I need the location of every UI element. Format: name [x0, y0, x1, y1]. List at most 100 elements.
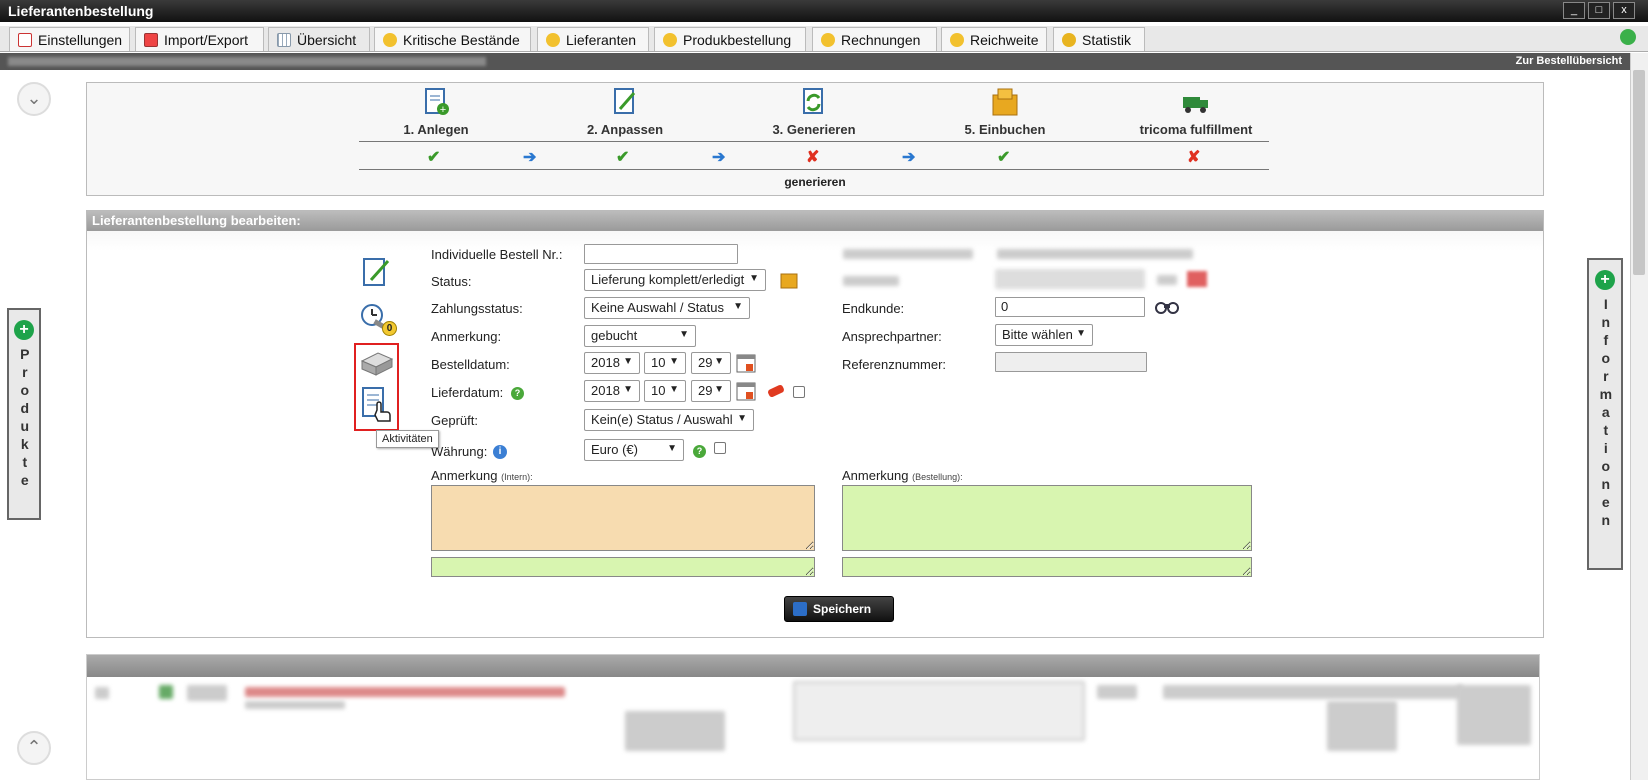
calendar-icon[interactable]	[735, 380, 757, 402]
chevron-down-icon: ▼	[733, 301, 743, 312]
geprueft-select[interactable]: Kein(e) Status / Auswahl ▼	[584, 409, 754, 431]
endkunde-input[interactable]: 0	[995, 297, 1145, 317]
help-icon[interactable]: ?	[693, 445, 706, 458]
info-icon[interactable]: i	[493, 445, 507, 459]
tab-produkbestellung[interactable]: Produkbestellung	[654, 27, 806, 51]
blurred-icon	[1187, 271, 1207, 287]
waehrung-checkbox[interactable]	[714, 442, 726, 454]
status-select[interactable]: Lieferung komplett/erledigt ▼	[584, 269, 766, 291]
step-anlegen[interactable]: + 1. Anlegen	[361, 87, 511, 137]
liefer-month-select[interactable]: 10 ▼	[644, 380, 686, 402]
crown-icon	[663, 33, 677, 47]
blurred-cell	[1163, 685, 1463, 699]
step-anpassen[interactable]: 2. Anpassen	[550, 87, 700, 137]
maximize-button[interactable]: □	[1588, 2, 1610, 19]
workflow-panel: + 1. Anlegen 2. Anpassen 3. Generieren 5…	[86, 82, 1544, 196]
blurred-cell	[625, 711, 725, 751]
anmerkung-bestellung-textarea[interactable]	[842, 485, 1252, 551]
import-icon	[144, 33, 158, 47]
status-icon[interactable]	[1620, 29, 1636, 45]
tab-einstellungen[interactable]: Einstellungen	[9, 27, 130, 51]
arrow-right-icon: ➔	[712, 149, 726, 166]
referenz-input[interactable]	[995, 352, 1147, 372]
activity-count-badge: 0	[382, 321, 397, 336]
chevron-down-icon: ▼	[749, 273, 759, 284]
step-generieren[interactable]: 3. Generieren	[739, 87, 889, 137]
tab-uebersicht[interactable]: Übersicht	[268, 27, 370, 51]
zahlung-label: Zahlungsstatus:	[431, 301, 523, 316]
edit-panel-header: Lieferantenbestellung bearbeiten:	[87, 211, 1543, 231]
minimize-button[interactable]: _	[1563, 2, 1585, 19]
edit-document-icon[interactable]	[361, 256, 391, 288]
save-button[interactable]: Speichern	[784, 596, 894, 622]
chevron-down-icon: ▼	[679, 329, 689, 340]
window-title: Lieferantenbestellung	[8, 3, 154, 19]
crown-icon	[950, 33, 964, 47]
blurred-field-label	[843, 276, 899, 286]
bestellnr-input[interactable]	[584, 244, 738, 264]
activity-list-icon[interactable]	[361, 386, 393, 426]
activity-tooltip: Aktivitäten	[376, 430, 439, 448]
help-icon[interactable]: ?	[511, 387, 524, 400]
lieferdatum-checkbox[interactable]	[793, 386, 805, 398]
info-bar: Zur Bestellübersicht	[0, 53, 1630, 70]
blurred-cell	[1327, 701, 1397, 751]
tab-kritische-bestaende[interactable]: Kritische Bestände	[374, 27, 531, 51]
liefer-day-select[interactable]: 29 ▼	[691, 380, 731, 402]
bestell-year-select[interactable]: 2018 ▼	[584, 352, 640, 374]
chevron-down-icon: ▼	[667, 443, 677, 454]
step4-ok-icon: ✔	[997, 149, 1011, 166]
scroll-top-button[interactable]: ⌃	[17, 731, 51, 765]
refresh-document-icon	[803, 88, 823, 114]
bestelldatum-label: Bestelldatum:	[431, 357, 510, 372]
workflow-footer[interactable]: generieren	[87, 175, 1543, 189]
zahlung-select[interactable]: Keine Auswahl / Status ▼	[584, 297, 750, 319]
ansprech-label: Ansprechpartner:	[842, 329, 942, 344]
chevron-up-icon: ⌃	[26, 737, 42, 757]
box-icon[interactable]	[779, 270, 799, 290]
application-window: Lieferantenbestellung _ □ x Einstellunge…	[0, 0, 1648, 780]
eraser-icon[interactable]	[765, 382, 787, 400]
step-einbuchen[interactable]: 5. Einbuchen	[930, 87, 1080, 137]
anmerkung-intern-extra-textarea[interactable]	[431, 557, 815, 577]
calendar-icon[interactable]	[735, 352, 757, 374]
blurred-field-input	[995, 269, 1145, 289]
liefer-year-select[interactable]: 2018 ▼	[584, 380, 640, 402]
referenz-label: Referenznummer:	[842, 357, 947, 372]
step-fulfillment[interactable]: tricoma fulfillment	[1121, 87, 1271, 137]
scrollbar-thumb[interactable]	[1633, 70, 1645, 275]
crown-icon	[546, 33, 560, 47]
tab-rechnungen[interactable]: Rechnungen	[812, 27, 937, 51]
tab-statistik[interactable]: Statistik	[1053, 27, 1145, 51]
step-divider-top	[359, 141, 1269, 142]
anmerkung-intern-textarea[interactable]	[431, 485, 815, 551]
informationen-sidetab[interactable]: + Informationen	[1587, 258, 1623, 570]
anmerkung-bestellung-extra-textarea[interactable]	[842, 557, 1252, 577]
ansprech-select[interactable]: Bitte wählen ▼	[995, 324, 1093, 346]
new-document-icon: +	[425, 88, 449, 116]
step3-fail-icon: ✘	[806, 149, 820, 166]
title-bar: Lieferantenbestellung	[0, 0, 1648, 22]
informationen-label: Informationen	[1597, 296, 1614, 530]
anmerkung-select[interactable]: gebucht ▼	[584, 325, 696, 347]
bestell-day-select[interactable]: 29 ▼	[691, 352, 731, 374]
arrow-right-icon: ➔	[523, 149, 537, 166]
waehrung-select[interactable]: Euro (€) ▼	[584, 439, 684, 461]
chevron-down-icon: ⌄	[26, 88, 42, 108]
endkunde-label: Endkunde:	[842, 301, 905, 316]
blurred-cell	[159, 685, 173, 699]
bestell-month-select[interactable]: 10 ▼	[644, 352, 686, 374]
tab-import-export[interactable]: Import/Export	[135, 27, 264, 51]
printer-icon[interactable]	[358, 349, 394, 377]
chevron-down-icon: ▼	[1076, 328, 1086, 339]
collapse-down-button[interactable]: ⌄	[17, 82, 51, 116]
order-overview-link[interactable]: Zur Bestellübersicht	[1516, 55, 1622, 67]
blurred-icon	[1157, 275, 1177, 285]
binoculars-icon[interactable]	[1155, 299, 1179, 315]
tab-lieferanten[interactable]: Lieferanten	[537, 27, 649, 51]
close-button[interactable]: x	[1613, 2, 1635, 19]
produkte-sidetab[interactable]: + Produkte	[7, 308, 41, 520]
blurred-cell	[187, 685, 227, 701]
tab-reichweite[interactable]: Reichweite	[941, 27, 1047, 51]
edit-order-panel: Lieferantenbestellung bearbeiten: Indivi…	[86, 210, 1544, 638]
